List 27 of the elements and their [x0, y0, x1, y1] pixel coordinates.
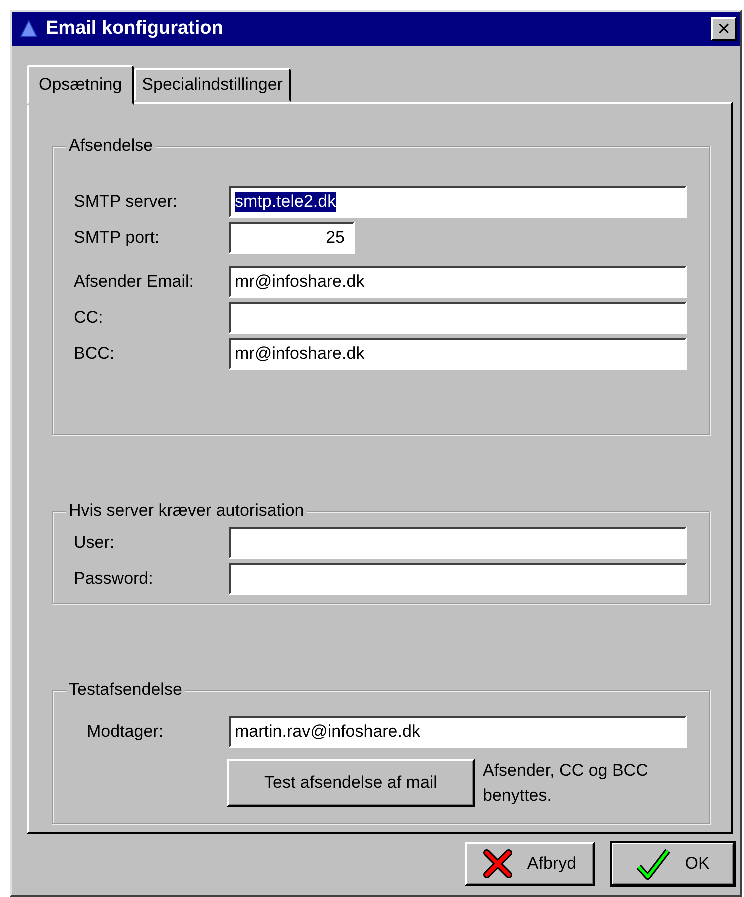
tab[interactable]: Specialindstillinger: [134, 68, 291, 102]
input-field[interactable]: mr@infoshare.dk: [229, 338, 687, 370]
input-field[interactable]: martin.rav@infoshare.dk: [229, 716, 687, 748]
input-field[interactable]: mr@infoshare.dk: [229, 266, 687, 298]
input-field[interactable]: 25: [229, 222, 355, 254]
test-button[interactable]: Test afsendelse af mail: [227, 759, 475, 807]
checkmark-icon: [636, 848, 672, 880]
input-field[interactable]: [229, 527, 687, 559]
input-field[interactable]: smtp.tele2.dk: [229, 186, 687, 218]
field-label: CC:: [73, 308, 104, 328]
field-label: SMTP server:: [73, 192, 179, 212]
tab[interactable]: Opsætning: [27, 65, 134, 105]
ok-button[interactable]: OK: [611, 842, 735, 886]
input-field[interactable]: [229, 563, 687, 595]
triangle-icon: [20, 20, 38, 38]
cancel-button[interactable]: Afbryd: [465, 842, 595, 886]
field-label: Afsender Email:: [73, 272, 195, 292]
field-label: User:: [73, 533, 116, 553]
window-title: Email konfiguration: [46, 18, 224, 40]
field-label: Modtager:: [86, 722, 165, 742]
field-label: SMTP port:: [73, 228, 161, 248]
field-label: Password:: [73, 569, 154, 589]
cross-icon: [483, 849, 514, 879]
note-text: Afsender, CC og BCC benyttes.: [483, 760, 650, 807]
field-label: BCC:: [73, 344, 116, 364]
input-field[interactable]: [229, 302, 687, 334]
close-button[interactable]: ×: [711, 17, 737, 41]
